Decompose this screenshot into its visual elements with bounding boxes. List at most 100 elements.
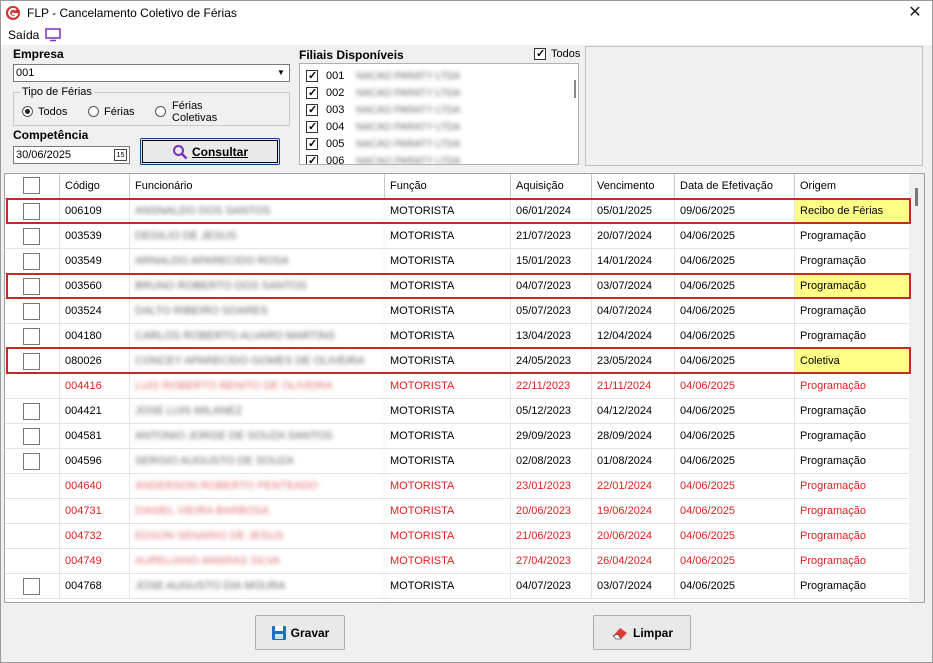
table-row[interactable]: 004421 JOSE LUIS MILANEZ MOTORISTA 05/12/20… xyxy=(5,399,910,424)
filiais-scrollbar[interactable] xyxy=(574,80,576,98)
cell-origem: Coletiva xyxy=(795,349,910,373)
cell-codigo: 003549 xyxy=(60,249,130,273)
cell-efetivacao: 04/06/2025 xyxy=(675,524,795,548)
empresa-select[interactable]: 001 ▼ xyxy=(13,64,290,82)
filiais-todos-checkbox[interactable] xyxy=(534,47,546,60)
list-item[interactable]: 002 NACAO PARATY LTDA xyxy=(304,85,564,102)
cell-efetivacao: 04/06/2025 xyxy=(675,474,795,498)
filial-checkbox[interactable] xyxy=(306,137,318,150)
list-item[interactable]: 004 NACAO PARATY LTDA xyxy=(304,119,564,136)
row-checkbox[interactable] xyxy=(23,203,40,220)
cell-efetivacao: 04/06/2025 xyxy=(675,274,795,298)
list-item[interactable]: 006 NACAO PARATY LTDA xyxy=(304,153,564,164)
cell-vencimento: 23/05/2024 xyxy=(592,349,675,373)
list-item[interactable]: 005 NACAO PARATY LTDA xyxy=(304,136,564,153)
filial-checkbox[interactable] xyxy=(306,103,318,116)
table-row[interactable]: 003539 DEGILIO DE JESUS MOTORISTA 21/07/202… xyxy=(5,224,910,249)
table-row[interactable]: 080026 CONCEY APARECIDO GOMES DE OLIVEIRA… xyxy=(5,349,910,374)
cell-select xyxy=(5,299,60,323)
cell-funcao: MOTORISTA xyxy=(385,199,511,223)
filial-checkbox[interactable] xyxy=(306,120,318,133)
radio-ferias[interactable] xyxy=(88,106,99,117)
filiais-list[interactable]: 001 NACAO PARATY LTDA 002 NACAO PARATY L… xyxy=(299,63,579,165)
cell-aquisicao: 29/09/2023 xyxy=(511,424,592,448)
table-row[interactable]: 004768 JOSE AUGUSTO DIA MOURA MOTORISTA 04/… xyxy=(5,574,910,599)
cell-funcao: MOTORISTA xyxy=(385,499,511,523)
header-aquisicao[interactable]: Aquisição xyxy=(511,174,592,198)
select-all-checkbox[interactable] xyxy=(23,177,40,194)
table-row[interactable]: 004749 AURELIANO AMARAS SILVA MOTORISTA 27/… xyxy=(5,549,910,574)
cell-select xyxy=(5,474,60,498)
header-efetivacao[interactable]: Data de Efetivação xyxy=(675,174,795,198)
table-row[interactable]: 004596 SERGIO AUGUSTO DE SOUZA MOTORISTA 02… xyxy=(5,449,910,474)
cell-efetivacao: 04/06/2025 xyxy=(675,349,795,373)
limpar-button[interactable]: Limpar xyxy=(593,615,691,650)
scroll-thumb[interactable] xyxy=(915,188,918,206)
row-checkbox[interactable] xyxy=(23,228,40,245)
header-vencimento[interactable]: Vencimento xyxy=(592,174,675,198)
table-row[interactable]: 004581 ANTONIO JORGE DE SOUZA SANTOS MOTOR… xyxy=(5,424,910,449)
list-item[interactable]: 001 NACAO PARATY LTDA xyxy=(304,68,564,85)
cell-funcionario: DANIEL VIEIRA BARBOSA xyxy=(130,499,385,523)
row-checkbox[interactable] xyxy=(23,278,40,295)
cell-select xyxy=(5,349,60,373)
list-item[interactable]: 003 NACAO PARATY LTDA xyxy=(304,102,564,119)
filial-name: NACAO PARATY LTDA xyxy=(356,105,461,116)
table-row[interactable]: 003549 ARNALDO APARECIDO ROSA MOTORISTA 15/… xyxy=(5,249,910,274)
filial-code: 001 xyxy=(326,70,345,82)
row-checkbox[interactable] xyxy=(23,253,40,270)
cell-origem: Programação xyxy=(795,299,910,323)
cell-funcao: MOTORISTA xyxy=(385,574,511,598)
cell-codigo: 004596 xyxy=(60,449,130,473)
cell-origem: Programação xyxy=(795,474,910,498)
radio-ferias-coletivas[interactable] xyxy=(155,106,166,117)
cell-vencimento: 14/01/2024 xyxy=(592,249,675,273)
table-row[interactable]: 004180 CARLOS ROBERTO ALVARO MARTINS MOTOR… xyxy=(5,324,910,349)
cell-funcionario: LUIS ROBERTO BENITO DE OLIVEIRA xyxy=(130,374,385,398)
table-row[interactable]: 004731 DANIEL VIEIRA BARBOSA MOTORISTA 20/0… xyxy=(5,499,910,524)
cell-codigo: 004768 xyxy=(60,574,130,598)
monitor-icon[interactable] xyxy=(45,28,61,42)
filial-checkbox[interactable] xyxy=(306,86,318,99)
table-row[interactable]: 004640 ANDERSON ROBERTO PENTEADO MOTORISTA… xyxy=(5,474,910,499)
cell-funcao: MOTORISTA xyxy=(385,299,511,323)
grid-header: Código Funcionário Função Aquisição Venc… xyxy=(5,174,910,199)
row-checkbox[interactable] xyxy=(23,578,40,595)
gravar-button[interactable]: Gravar xyxy=(255,615,345,650)
row-checkbox[interactable] xyxy=(23,428,40,445)
chevron-down-icon[interactable]: ▼ xyxy=(274,66,288,80)
header-funcionario[interactable]: Funcionário xyxy=(130,174,385,198)
grid-scrollbar[interactable] xyxy=(909,174,924,602)
cell-vencimento: 01/08/2024 xyxy=(592,449,675,473)
radio-todos[interactable] xyxy=(22,106,33,117)
header-funcao[interactable]: Função xyxy=(385,174,511,198)
row-checkbox[interactable] xyxy=(23,353,40,370)
consultar-button[interactable]: Consultar xyxy=(140,138,280,165)
table-row[interactable]: 003560 BRUNO ROBERTO DOS SANTOS MOTORISTA 0… xyxy=(5,274,910,299)
row-checkbox[interactable] xyxy=(23,303,40,320)
row-checkbox[interactable] xyxy=(23,403,40,420)
cell-select xyxy=(5,324,60,348)
table-row[interactable]: 004732 EDSON SENARIO DE JESUS MOTORISTA 21/… xyxy=(5,524,910,549)
table-row[interactable]: 003524 DALTO RIBEIRO SOARES MOTORISTA 05/07… xyxy=(5,299,910,324)
cell-origem: Programação xyxy=(795,224,910,248)
filial-checkbox[interactable] xyxy=(306,69,318,82)
cell-funcionario: ANSNALDO DOS SANTOS xyxy=(130,199,385,223)
competencia-label: Competência xyxy=(13,128,89,142)
menu-saida[interactable]: Saída xyxy=(8,28,39,42)
table-row[interactable]: 006109 ANSNALDO DOS SANTOS MOTORISTA 06/01/… xyxy=(5,199,910,224)
header-origem[interactable]: Origem xyxy=(795,174,910,198)
filial-checkbox[interactable] xyxy=(306,154,318,164)
close-button[interactable]: ✕ xyxy=(904,3,926,23)
competencia-date-input[interactable]: 30/06/2025 15 xyxy=(13,146,130,164)
table-row[interactable]: 004416 LUIS ROBERTO BENITO DE OLIVEIRA MOT… xyxy=(5,374,910,399)
header-codigo[interactable]: Código xyxy=(60,174,130,198)
cell-funcao: MOTORISTA xyxy=(385,424,511,448)
cell-funcionario: DEGILIO DE JESUS xyxy=(130,224,385,248)
cell-select xyxy=(5,549,60,573)
cell-select xyxy=(5,199,60,223)
cell-origem: Programação xyxy=(795,324,910,348)
row-checkbox[interactable] xyxy=(23,453,40,470)
calendar-icon[interactable]: 15 xyxy=(114,149,127,161)
row-checkbox[interactable] xyxy=(23,328,40,345)
